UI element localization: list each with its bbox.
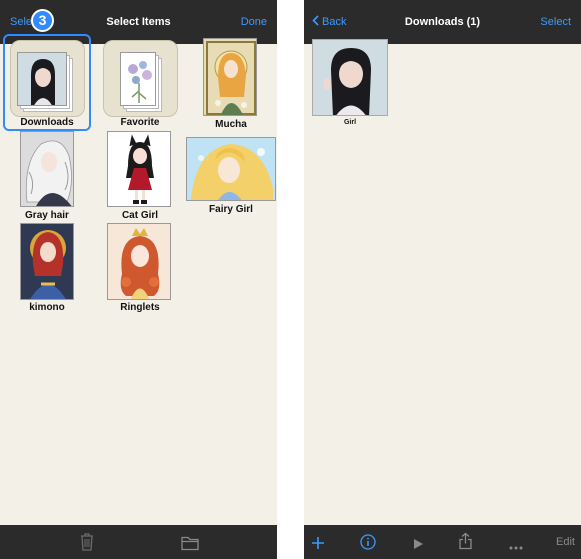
image-thumbnail [312, 39, 388, 116]
image-label: Cat Girl [121, 210, 159, 221]
image-gray-hair[interactable]: Gray hair [3, 131, 91, 221]
image-label: Gray hair [25, 210, 69, 221]
image-thumbnail [107, 223, 171, 300]
image-label: Ringlets [120, 302, 160, 313]
select-button[interactable]: Select [540, 0, 571, 44]
image-thumbnail [20, 131, 74, 207]
folder-label: Downloads [20, 117, 74, 128]
image-thumbnail [203, 38, 257, 116]
image-thumbnail [20, 223, 74, 300]
edit-button[interactable]: Edit [556, 525, 575, 559]
image-fairy-girl[interactable]: Fairy Girl [186, 137, 276, 221]
image-mucha[interactable]: Mucha [188, 38, 274, 130]
image-label: Mucha [215, 119, 247, 130]
image-cat-girl[interactable]: Cat Girl [96, 131, 184, 221]
share-icon[interactable] [459, 532, 472, 550]
image-kimono[interactable]: kimono [3, 222, 91, 316]
folder-label: Favorite [120, 117, 160, 128]
trash-icon[interactable] [80, 533, 94, 551]
select-items-screen: Sele Select Items Done 3 Downloads Favor… [0, 0, 277, 559]
navigation-bar: Back Downloads (1) Select [304, 0, 581, 44]
image-label: kimono [29, 302, 65, 313]
image-label: Fairy Girl [209, 204, 253, 215]
more-icon[interactable] [509, 539, 523, 557]
image-label: Girl [343, 119, 357, 126]
folder-cover-image [120, 52, 156, 106]
info-icon[interactable] [360, 533, 376, 551]
downloads-screen: Back Downloads (1) Select Girl Edit [304, 0, 581, 559]
image-girl[interactable]: Girl [311, 39, 389, 131]
image-thumbnail [107, 131, 171, 207]
folder-cover-image [17, 52, 67, 106]
image-ringlets[interactable]: Ringlets [96, 222, 184, 316]
folder-favorite[interactable]: Favorite [96, 34, 184, 131]
image-thumbnail [186, 137, 276, 201]
folder-icon[interactable] [181, 534, 199, 552]
bottom-toolbar [0, 525, 277, 559]
step-badge: 3 [31, 9, 54, 32]
plus-icon[interactable] [311, 534, 325, 552]
play-icon[interactable] [413, 535, 424, 553]
folder-downloads[interactable]: Downloads [3, 34, 91, 131]
bottom-toolbar: Edit [304, 525, 581, 559]
